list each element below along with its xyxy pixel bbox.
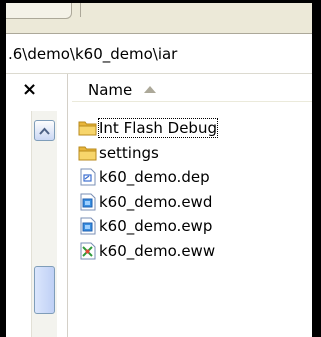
name-column-header[interactable]: Name xyxy=(72,81,132,99)
list-item-k60-demo-ewd[interactable]: k60_demo.ewd xyxy=(78,190,310,214)
column-header-row: Name xyxy=(72,78,312,102)
list-item-settings[interactable]: settings xyxy=(78,141,310,165)
ewd-file-icon xyxy=(78,193,97,211)
close-folders-pane-icon[interactable]: × xyxy=(22,79,37,100)
window-frame-right xyxy=(312,0,321,337)
list-item-label: Int Flash Debug xyxy=(98,118,218,138)
file-list: Int Flash Debug settings k60_demo.dep k6… xyxy=(78,116,310,264)
list-item-int-flash-debug[interactable]: Int Flash Debug xyxy=(78,116,310,140)
list-item-label: k60_demo.ewd xyxy=(99,192,213,211)
list-item-label: k60_demo.ewp xyxy=(99,217,213,236)
list-item-label: k60_demo.eww xyxy=(99,241,216,260)
toolbar-separator xyxy=(80,3,81,17)
folder-icon xyxy=(78,144,97,162)
ewp-file-icon xyxy=(78,217,97,235)
address-bar[interactable]: .6\demo\k60_demo\iar xyxy=(6,34,312,74)
sort-ascending-icon xyxy=(144,86,157,93)
eww-workspace-icon xyxy=(78,242,97,260)
scroll-up-button[interactable] xyxy=(34,120,55,141)
list-item-label: settings xyxy=(99,143,159,162)
address-path: .6\demo\k60_demo\iar xyxy=(8,44,178,63)
dep-file-icon xyxy=(78,168,97,186)
folder-icon xyxy=(78,119,97,137)
scrollbar-thumb[interactable] xyxy=(34,266,55,314)
list-item-k60-demo-ewp[interactable]: k60_demo.ewp xyxy=(78,214,310,238)
list-item-label: k60_demo.dep xyxy=(99,168,210,187)
list-item-k60-demo-eww[interactable]: k60_demo.eww xyxy=(78,239,310,263)
list-item-k60-demo-dep[interactable]: k60_demo.dep xyxy=(78,165,310,189)
toolbar-tab[interactable] xyxy=(6,3,72,19)
chevron-up-icon xyxy=(39,127,50,135)
